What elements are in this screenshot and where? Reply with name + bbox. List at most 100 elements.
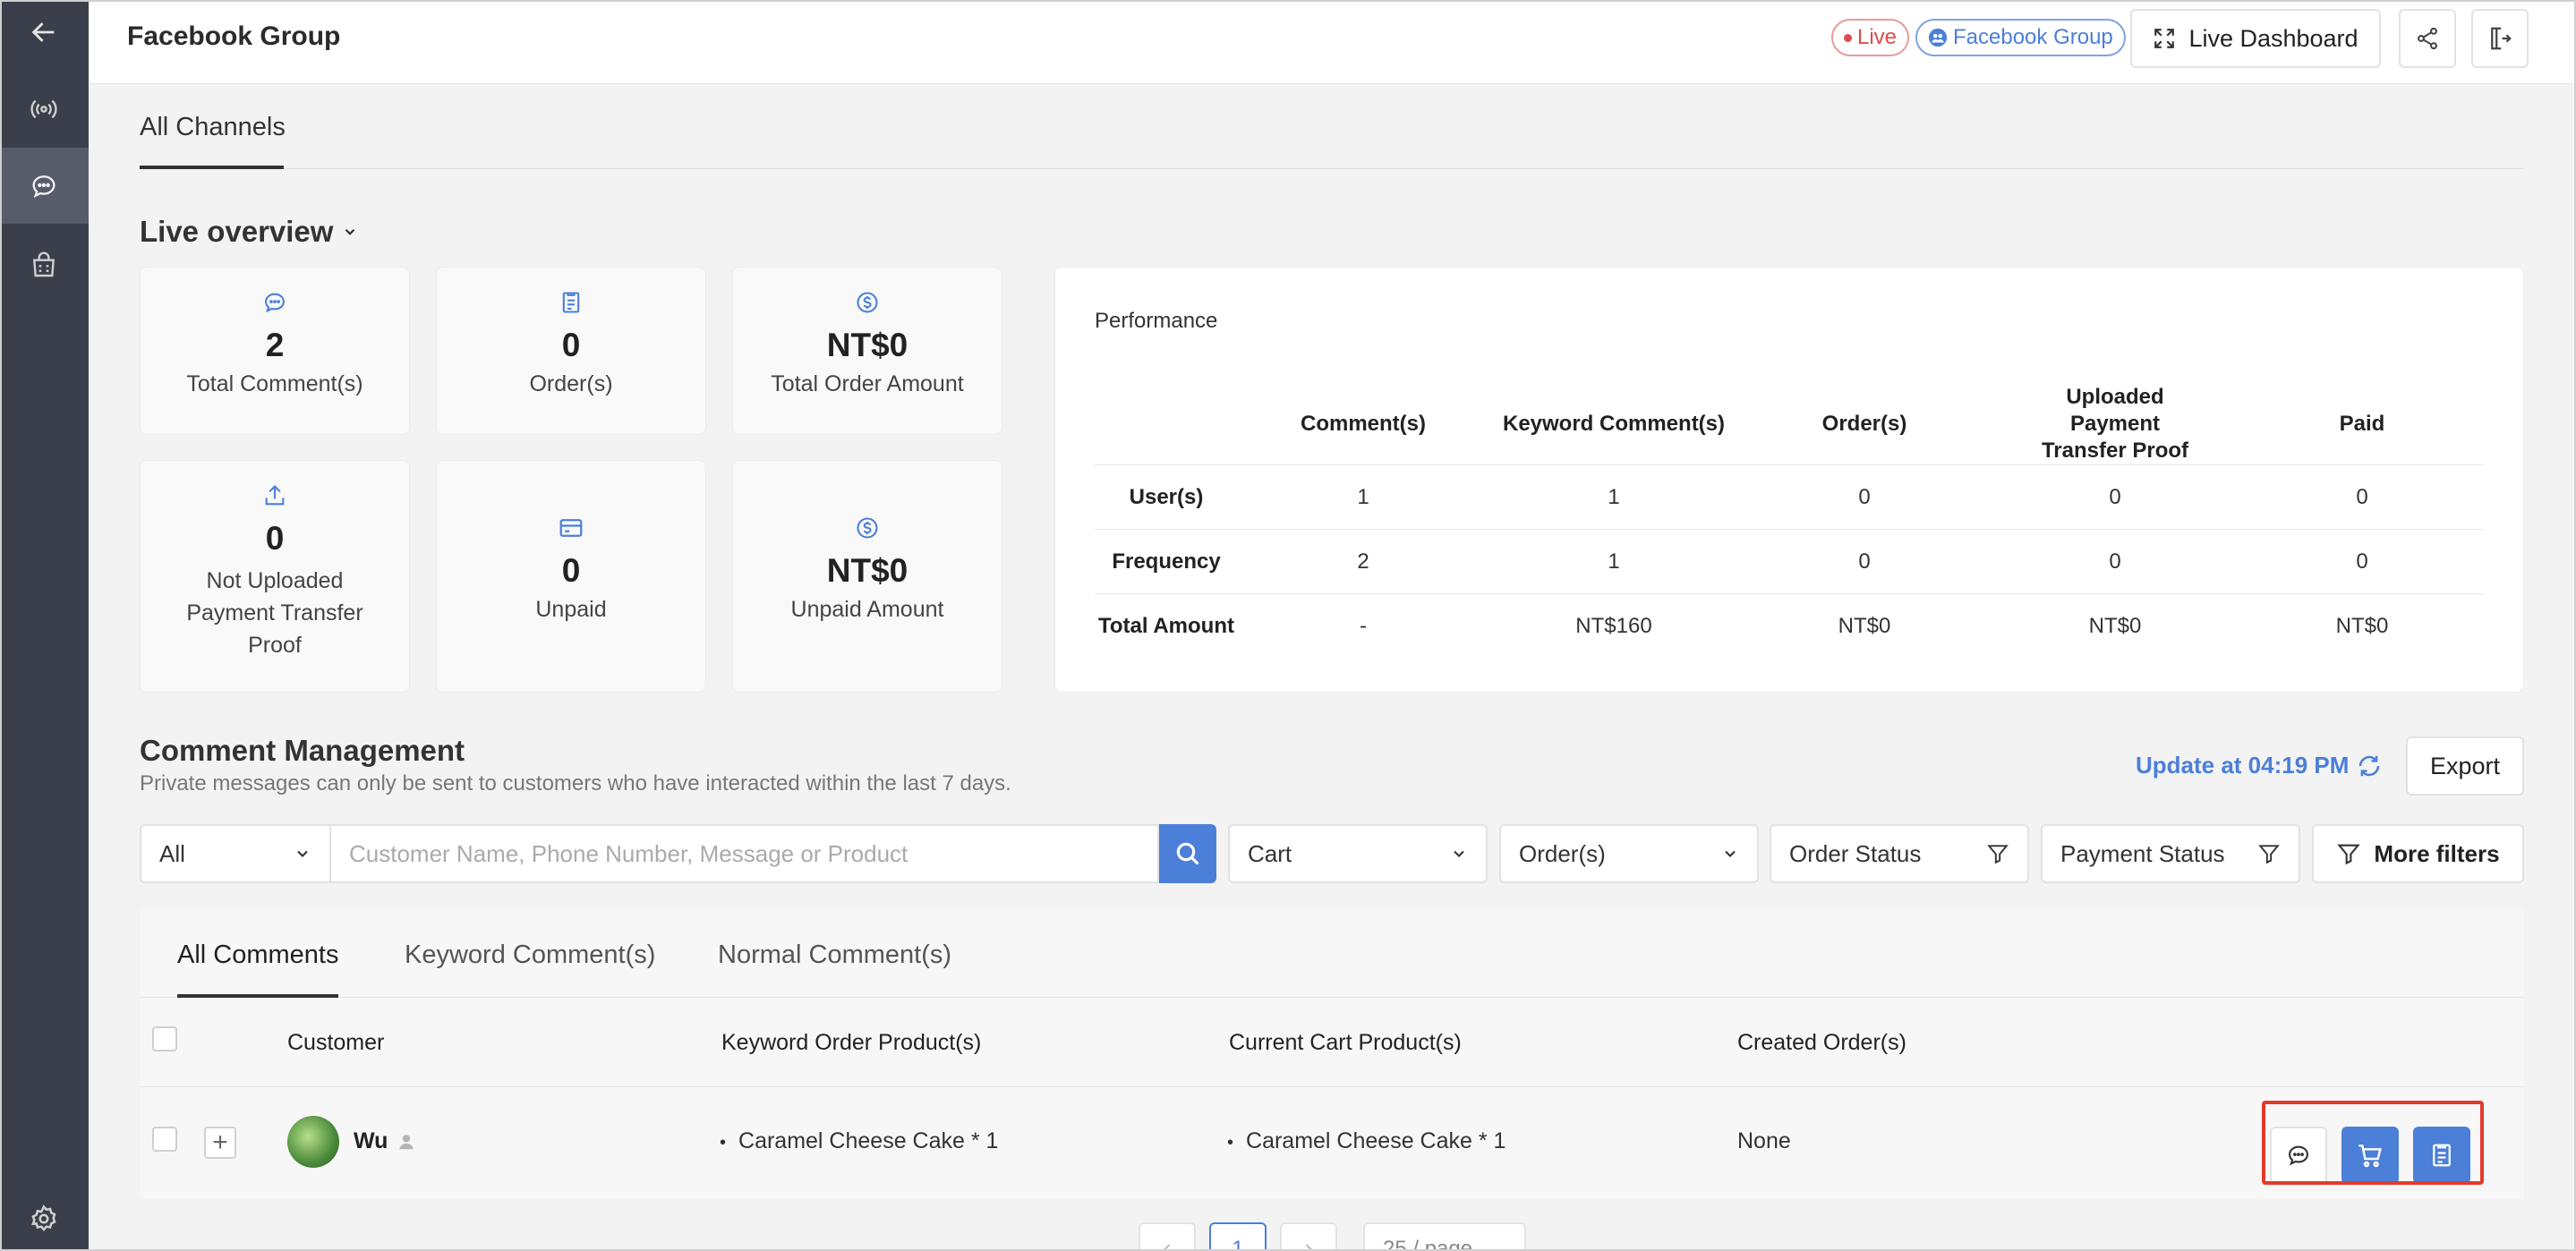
tab-all-comments[interactable]: All Comments [177, 940, 339, 970]
next-page-button[interactable] [1280, 1222, 1337, 1251]
stat-label: Order(s) [529, 371, 613, 396]
performance-header-row: Comment(s) Keyword Comment(s) Order(s) U… [1095, 384, 2484, 465]
export-button[interactable]: Export [2406, 736, 2524, 796]
comments-table: All Comments Keyword Comment(s) Normal C… [140, 908, 2524, 1199]
chevron-right-icon [1305, 1244, 1312, 1251]
perf-col-header: Paid [2240, 384, 2484, 465]
stat-value: 0 [561, 552, 581, 589]
group-label: Facebook Group [1953, 25, 2113, 49]
perf-cell: 0 [2240, 464, 2484, 530]
refresh-button[interactable]: Update at 04:19 PM [2136, 752, 2383, 779]
comment-management-subtitle: Private messages can only be sent to cus… [140, 771, 1011, 796]
stat-value: 0 [561, 327, 581, 363]
comment-management-title: Comment Management [140, 734, 465, 767]
order-status-filter[interactable]: Order Status [1770, 824, 2029, 883]
order-status-label: Order Status [1789, 839, 1922, 867]
stat-card-unpaid: 0 Unpaid [436, 460, 706, 693]
avatar [287, 1116, 339, 1168]
chevron-down-icon [1725, 850, 1736, 857]
customer-name[interactable]: Wu [354, 1128, 388, 1154]
col-keyword-products: Keyword Order Product(s) [721, 1030, 982, 1055]
facebook-group-badge: Facebook Group [1915, 19, 2126, 56]
perf-col-header: Order(s) [1739, 384, 1990, 465]
page-size-select[interactable]: 25 / page [1363, 1222, 1526, 1251]
credit-card-icon [558, 515, 584, 541]
stat-card-unpaid-amount: NT$0 Unpaid Amount [732, 460, 1002, 693]
stat-value: NT$0 [826, 552, 908, 589]
stat-value: 2 [265, 327, 285, 363]
perf-row-header: Frequency [1095, 529, 1238, 594]
stat-value: 0 [265, 520, 285, 557]
back-arrow-icon[interactable] [22, 11, 65, 54]
chat-icon [261, 289, 288, 316]
cart-filter-value: Cart [1248, 839, 1292, 867]
chevron-left-icon [1164, 1244, 1171, 1251]
performance-row-frequency: Frequency 2 1 0 0 0 [1095, 529, 2484, 594]
search-icon [1176, 842, 1199, 865]
prev-page-button[interactable] [1139, 1222, 1196, 1251]
funnel-icon [2337, 844, 2361, 865]
table-row: + Wu Caramel Cheese Cake * 1 Caramel Che… [140, 1087, 2524, 1199]
exit-button[interactable] [2471, 9, 2529, 68]
stat-card-total-comments: 2 Total Comment(s) [140, 267, 410, 435]
funnel-icon [1987, 845, 2009, 864]
exit-icon [2491, 27, 2512, 50]
stat-label: Unpaid Amount [790, 597, 944, 622]
tab-all-channels[interactable]: All Channels [140, 113, 286, 142]
page-number-button[interactable]: 1 [1209, 1222, 1267, 1251]
perf-col-header: Keyword Comment(s) [1488, 384, 1739, 465]
perf-cell: 0 [1739, 464, 1990, 530]
upload-icon [261, 482, 288, 509]
perf-cell: 0 [2240, 529, 2484, 594]
chevron-down-icon [1454, 850, 1464, 857]
cart-select[interactable]: Cart [1228, 824, 1488, 883]
perf-row-header: User(s) [1095, 464, 1238, 530]
live-dashboard-button[interactable]: Live Dashboard [2130, 9, 2381, 68]
perf-cell: NT$0 [1838, 613, 1891, 638]
select-all-checkbox[interactable] [152, 1026, 177, 1051]
orders-select[interactable]: Order(s) [1499, 824, 1759, 883]
share-button[interactable] [2399, 9, 2456, 68]
tab-keyword-comments[interactable]: Keyword Comment(s) [405, 940, 655, 970]
stat-card-total-order-amount: NT$0 Total Order Amount [732, 267, 1002, 435]
stat-label: Total Comment(s) [186, 371, 363, 396]
gear-icon[interactable] [22, 1197, 65, 1240]
row-checkbox[interactable] [152, 1127, 177, 1152]
live-overview-toggle[interactable]: Live overview [140, 215, 358, 249]
refresh-icon [2359, 755, 2380, 776]
scope-value: All [159, 839, 185, 867]
search-input[interactable]: Customer Name, Phone Number, Message or … [331, 824, 1159, 883]
more-filters-label: More filters [2374, 839, 2500, 867]
keyword-product: Caramel Cheese Cake * 1 [720, 1128, 998, 1154]
shopping-bag-icon[interactable] [22, 243, 65, 286]
performance-row-total-amount: Total Amount - NT$160 NT$0 NT$0 NT$0 [1095, 594, 2484, 659]
broadcast-icon[interactable] [22, 88, 65, 131]
more-filters-button[interactable]: More filters [2312, 824, 2524, 883]
live-dot-icon [1844, 33, 1852, 42]
perf-cell: 0 [1990, 529, 2240, 594]
created-orders-value: None [1737, 1128, 1791, 1153]
tab-divider [140, 168, 2524, 169]
stat-card-orders: 0 Order(s) [436, 267, 706, 435]
perf-cell: 1 [1238, 464, 1488, 530]
tab-active-underline [140, 166, 284, 169]
action-buttons-highlight [2262, 1101, 2484, 1185]
perf-row-header: Total Amount [1098, 613, 1234, 638]
live-label: Live [1857, 25, 1898, 49]
perf-cell: 1 [1488, 464, 1739, 530]
perf-cell: 1 [1488, 529, 1739, 594]
performance-panel: Performance Comment(s) Keyword Comment(s… [1054, 267, 2524, 693]
scope-select[interactable]: All [140, 824, 331, 883]
page-title: Facebook Group [127, 21, 341, 51]
payment-status-filter[interactable]: Payment Status [2041, 824, 2300, 883]
performance-table: Comment(s) Keyword Comment(s) Order(s) U… [1095, 384, 2484, 659]
expand-row-button[interactable]: + [204, 1127, 236, 1159]
tab-normal-comments[interactable]: Normal Comment(s) [718, 940, 951, 970]
stat-label: Not Uploaded Payment Transfer Proof [186, 568, 363, 658]
chat-icon[interactable] [22, 165, 65, 208]
search-button[interactable] [1159, 824, 1216, 883]
stat-card-not-uploaded-proof: 0 Not Uploaded Payment Transfer Proof [140, 460, 410, 693]
funnel-icon [2258, 845, 2280, 864]
col-created-orders: Created Order(s) [1737, 1030, 1906, 1055]
sidebar [0, 0, 89, 1251]
